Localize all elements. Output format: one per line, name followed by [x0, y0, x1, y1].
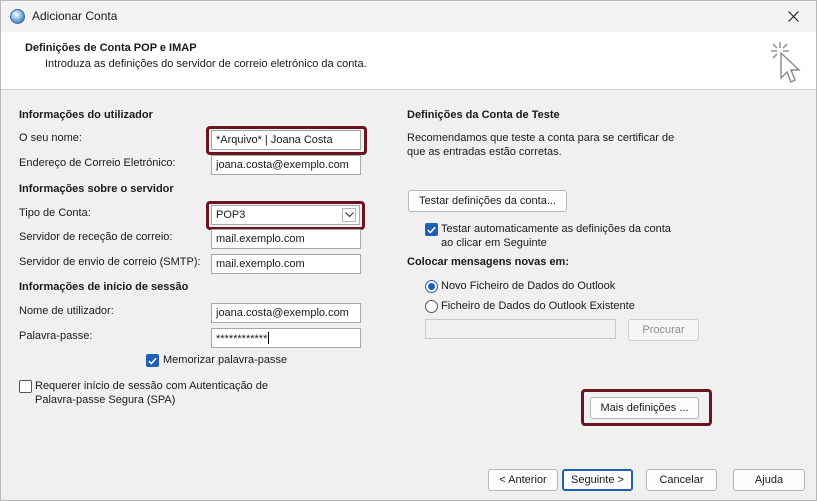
logon-info-heading: Informações de início de sessão	[19, 281, 189, 293]
auto-test-label-line1: Testar automaticamente as definições da …	[441, 223, 671, 235]
name-input[interactable]: *Arquivo* | Joana Costa	[211, 130, 361, 150]
test-description-line2: que as entradas estão corretas.	[407, 146, 562, 158]
auto-test-checkbox[interactable]	[425, 223, 438, 236]
existing-data-file-label: Ficheiro de Dados do Outlook Existente	[441, 300, 635, 312]
wizard-body: Informações do utilizador O seu nome: *A…	[1, 90, 816, 500]
remember-password-label: Memorizar palavra-passe	[163, 354, 288, 366]
account-type-select[interactable]: POP3	[211, 205, 360, 225]
cursor-click-icon	[771, 42, 801, 83]
email-input[interactable]: joana.costa@exemplo.com	[211, 155, 361, 175]
back-button[interactable]: < Anterior	[488, 469, 558, 491]
help-button[interactable]: Ajuda	[733, 469, 805, 491]
user-info-heading: Informações do utilizador	[19, 109, 153, 121]
incoming-server-label: Servidor de receção de correio:	[19, 231, 173, 243]
more-settings-button[interactable]: Mais definições ...	[590, 397, 699, 419]
test-account-settings-button[interactable]: Testar definições da conta...	[408, 190, 567, 212]
deliver-to-heading: Colocar mensagens novas em:	[407, 256, 570, 268]
spa-label-line2: Palavra-passe Segura (SPA)	[35, 394, 176, 406]
close-button[interactable]	[770, 1, 816, 32]
email-label: Endereço de Correio Eletrónico:	[19, 157, 176, 169]
data-file-path-input[interactable]	[425, 319, 616, 339]
spa-checkbox[interactable]	[19, 380, 32, 393]
chevron-down-icon	[342, 208, 356, 222]
checkmark-icon	[148, 357, 157, 365]
outlook-globe-icon	[10, 9, 25, 24]
new-data-file-label: Novo Ficheiro de Dados do Outlook	[441, 280, 616, 292]
test-description-line1: Recomendamos que teste a conta para se c…	[407, 132, 675, 144]
title-bar: Adicionar Conta	[1, 1, 816, 32]
window-title: Adicionar Conta	[32, 9, 118, 23]
test-settings-heading: Definições da Conta de Teste	[407, 109, 560, 121]
existing-data-file-radio[interactable]	[425, 300, 438, 313]
outgoing-server-label: Servidor de envio de correio (SMTP):	[19, 256, 201, 268]
username-label: Nome de utilizador:	[19, 305, 114, 317]
browse-button[interactable]: Procurar	[628, 319, 699, 341]
password-input[interactable]: ************	[211, 328, 361, 348]
next-button[interactable]: Seguinte >	[562, 469, 633, 491]
password-mask: ************	[216, 333, 268, 345]
text-caret	[268, 332, 270, 344]
wizard-header: Definições de Conta POP e IMAP Introduza…	[1, 32, 816, 90]
add-account-dialog: Adicionar Conta Definições de Conta POP …	[0, 0, 817, 501]
username-input[interactable]: joana.costa@exemplo.com	[211, 303, 361, 323]
account-type-value: POP3	[216, 209, 246, 221]
password-label: Palavra-passe:	[19, 330, 93, 342]
close-icon	[787, 11, 799, 22]
page-title: Definições de Conta POP e IMAP	[25, 42, 197, 54]
name-label: O seu nome:	[19, 132, 82, 144]
new-data-file-radio[interactable]	[425, 280, 438, 293]
account-type-label: Tipo de Conta:	[19, 207, 91, 219]
checkmark-icon	[427, 226, 436, 234]
server-info-heading: Informações sobre o servidor	[19, 183, 174, 195]
outgoing-server-input[interactable]: mail.exemplo.com	[211, 254, 361, 274]
page-subtitle: Introduza as definições do servidor de c…	[45, 58, 367, 70]
auto-test-label-line2: ao clicar em Seguinte	[441, 237, 547, 249]
remember-password-checkbox[interactable]	[146, 354, 159, 367]
spa-label-line1: Requerer início de sessão com Autenticaç…	[35, 380, 268, 392]
incoming-server-input[interactable]: mail.exemplo.com	[211, 229, 361, 249]
cancel-button[interactable]: Cancelar	[646, 469, 717, 491]
